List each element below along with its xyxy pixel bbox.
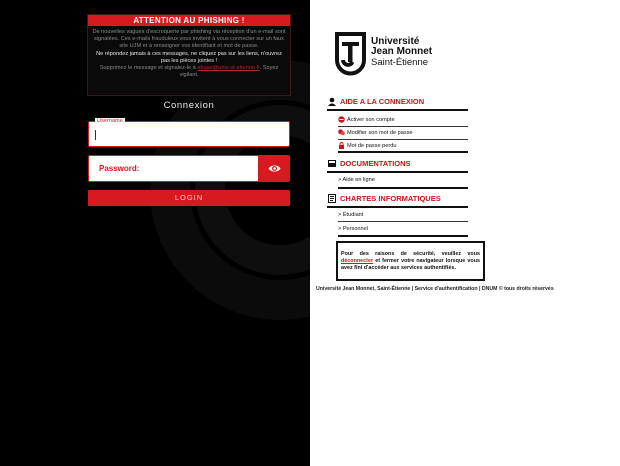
phishing-text-2: Ne répondez jamais à ces messages, ne cl… xyxy=(96,50,282,64)
divider xyxy=(327,206,468,208)
link-activer-compte[interactable]: Activer son compte xyxy=(338,116,395,123)
phishing-alert-title: ATTENTION AU PHISHING ! xyxy=(88,15,290,26)
password-label: Password: xyxy=(99,164,140,173)
phishing-text-3-prefix: Supprimez le message et signalez-le à xyxy=(99,65,198,72)
link-mot-de-passe-perdu[interactable]: Mot de passe perdu xyxy=(338,142,396,149)
link-personnel[interactable]: > Personnel xyxy=(338,226,368,232)
link-etudiant-label: > Étudiant xyxy=(338,212,364,218)
link-aide-en-ligne[interactable]: > Aide en ligne xyxy=(338,177,375,183)
divider xyxy=(338,139,468,140)
section-title-chartes-label: CHARTES INFORMATIQUES xyxy=(340,194,441,203)
university-name: Université Jean Monnet Saint-Étienne xyxy=(371,37,432,68)
lock-icon xyxy=(339,142,344,149)
logout-link[interactable]: déconnecter xyxy=(341,258,373,264)
eye-icon xyxy=(268,165,281,172)
text-caret xyxy=(95,130,96,140)
password-input[interactable]: Password: xyxy=(88,155,259,182)
section-title-docs: DOCUMENTATIONS xyxy=(327,159,411,168)
university-name-line2: Jean Monnet xyxy=(371,46,433,57)
link-activer-compte-label: Activer son compte xyxy=(347,116,395,123)
university-logo-icon xyxy=(335,32,366,76)
users-icon xyxy=(328,97,336,106)
divider xyxy=(338,235,468,237)
link-personnel-label: > Personnel xyxy=(338,226,369,232)
security-warning-prefix: Pour des raisons de sécurité, veuillez v… xyxy=(341,251,480,257)
link-aide-en-ligne-label: > Aide en ligne xyxy=(338,177,375,183)
link-modifier-mot-de-passe[interactable]: Modifier son mot de passe xyxy=(338,129,413,136)
divider xyxy=(338,221,468,222)
phishing-alert-body: De nouvelles vagues d'escroquerie par ph… xyxy=(88,26,290,79)
security-warning: Pour des raisons de sécurité, veuillez v… xyxy=(336,241,485,281)
section-title-chartes: CHARTES INFORMATIQUES xyxy=(327,194,441,203)
divider xyxy=(327,171,468,173)
link-mot-de-passe-perdu-label: Mot de passe perdu xyxy=(347,142,397,149)
section-title-aide: AIDE A LA CONNEXION xyxy=(327,97,424,106)
username-label: Username xyxy=(95,118,125,124)
book-icon xyxy=(328,160,336,167)
login-button[interactable]: LOGIN xyxy=(88,190,290,206)
section-title-aide-label: AIDE A LA CONNEXION xyxy=(340,97,425,106)
phishing-text-1: De nouvelles vagues d'escroquerie par ph… xyxy=(92,29,286,50)
footer: Université Jean Monnet, Saint-Étienne | … xyxy=(316,286,554,292)
login-panel: ATTENTION AU PHISHING ! De nouvelles vag… xyxy=(0,0,310,466)
chat-icon xyxy=(338,129,345,136)
divider xyxy=(338,187,468,189)
link-etudiant[interactable]: > Étudiant xyxy=(338,212,363,218)
abuse-email-link[interactable]: abuse@univ-st-etienne.fr xyxy=(197,65,259,71)
university-name-line3: Saint-Étienne xyxy=(371,57,429,68)
phishing-alert: ATTENTION AU PHISHING ! De nouvelles vag… xyxy=(87,14,291,96)
divider xyxy=(338,126,468,127)
document-icon xyxy=(328,194,336,203)
link-modifier-mot-de-passe-label: Modifier son mot de passe xyxy=(347,129,413,136)
no-entry-icon xyxy=(338,116,345,123)
section-title-docs-label: DOCUMENTATIONS xyxy=(340,159,411,168)
divider xyxy=(338,151,468,153)
show-password-button[interactable] xyxy=(259,155,290,182)
divider xyxy=(327,109,468,111)
username-input[interactable]: Username xyxy=(88,118,290,147)
login-heading: Connexion xyxy=(163,100,215,111)
